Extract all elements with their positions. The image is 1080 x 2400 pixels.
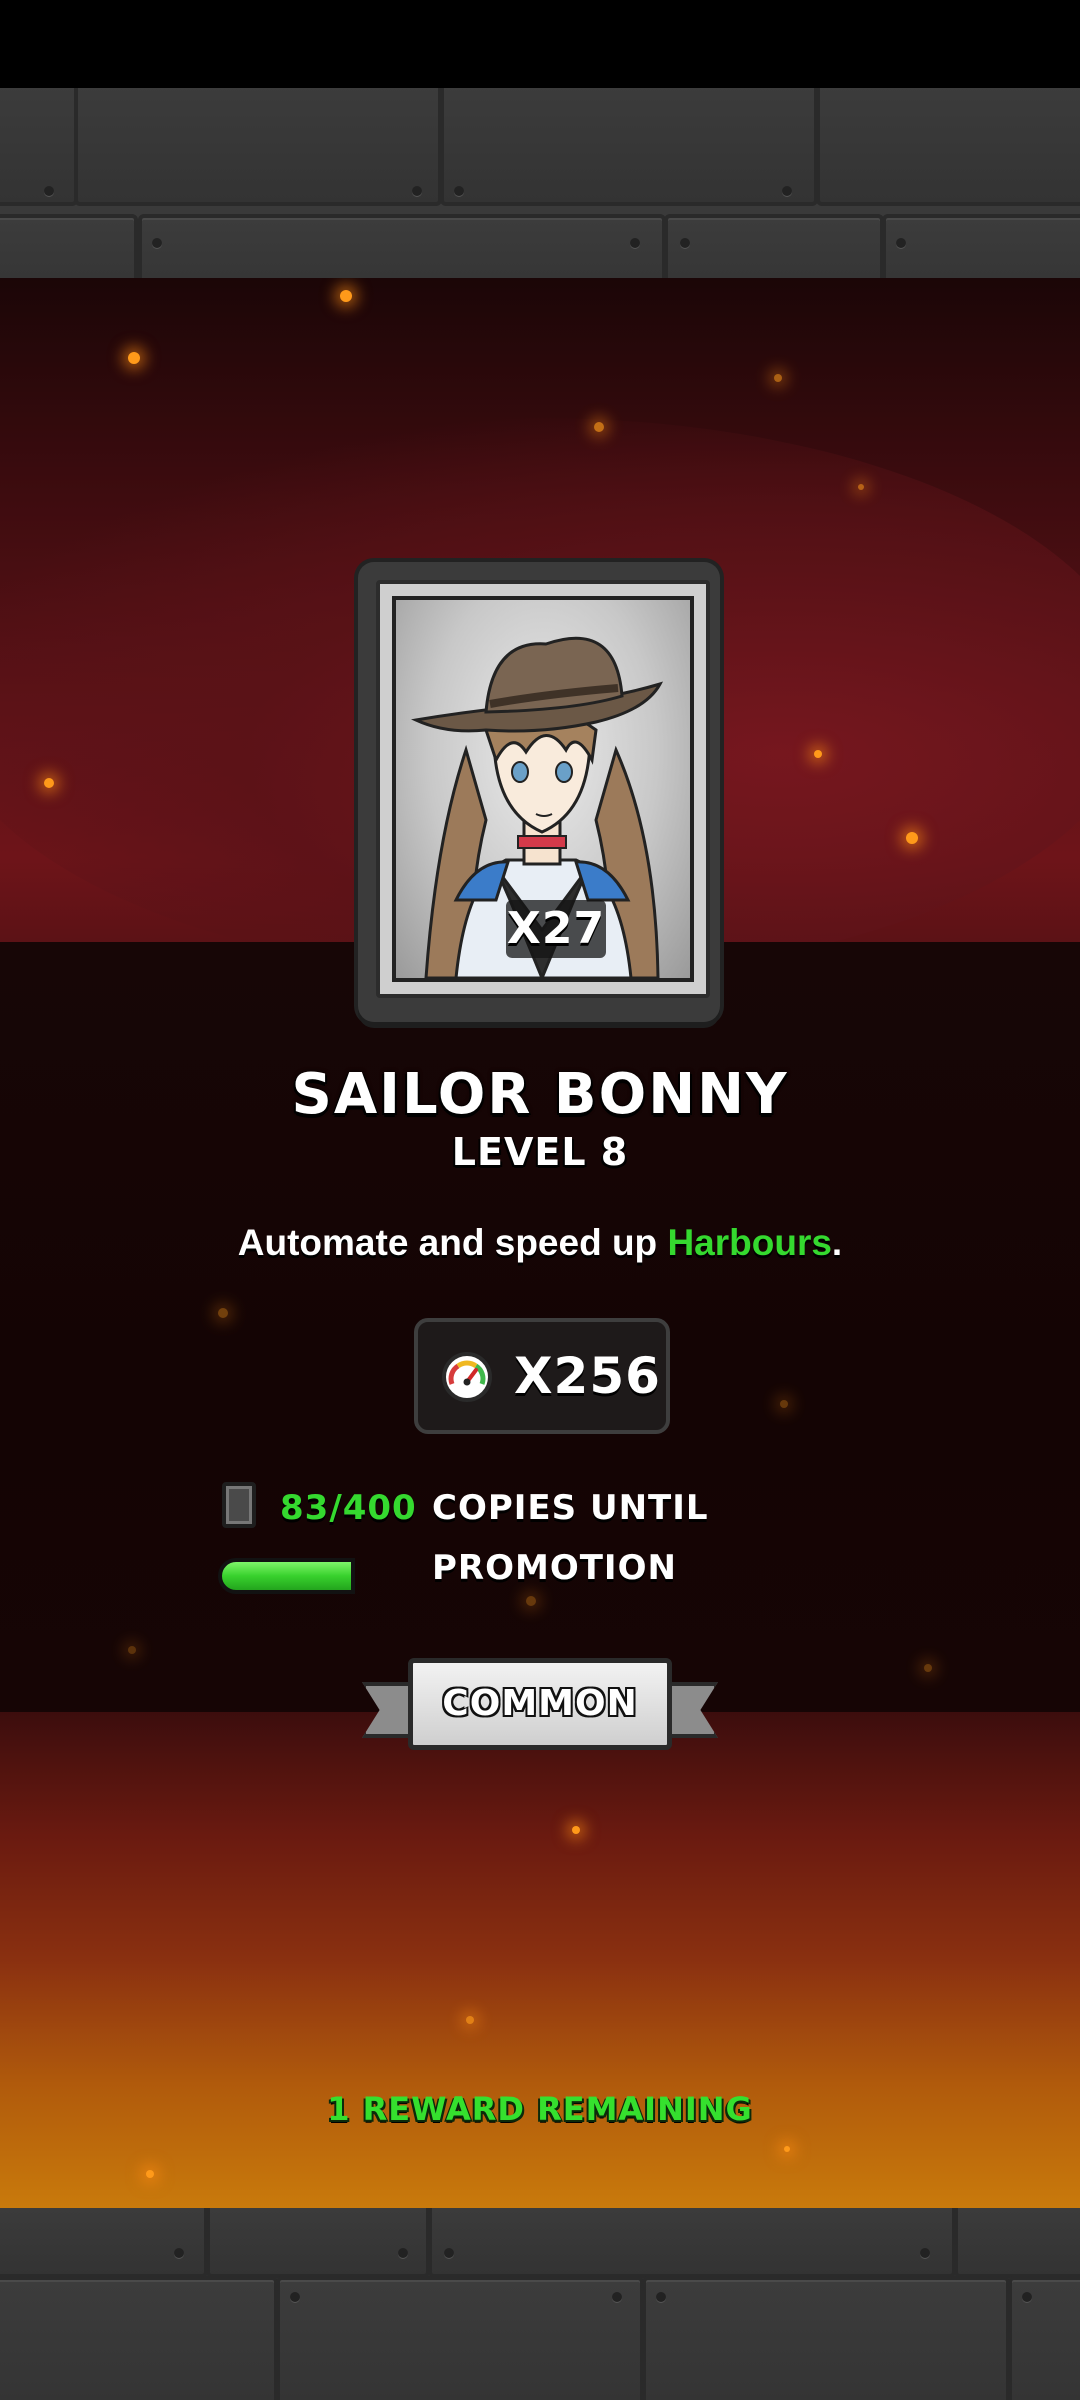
description-suffix: . (831, 1222, 843, 1263)
speed-gauge-icon (442, 1352, 492, 1402)
character-level: LEVEL 8 (451, 1130, 629, 1174)
description-prefix: Automate and speed up (237, 1222, 668, 1263)
speed-multiplier-value: X256 (514, 1347, 661, 1405)
rarity-label: COMMON (408, 1658, 672, 1750)
promotion-progress-fill (218, 1558, 355, 1594)
character-name: SAILOR BONNY (291, 1062, 789, 1127)
character-card: X27 (358, 562, 720, 1022)
card-count: X27 (506, 900, 606, 958)
ability-description: Automate and speed up Harbours. (0, 1222, 1080, 1264)
promotion-progress-bar (218, 1558, 878, 1594)
stone-wall-bottom (0, 2208, 1080, 2400)
card-frame: X27 (376, 580, 710, 998)
rewards-remaining: 1 REWARD REMAINING (327, 2090, 753, 2128)
status-bar (0, 0, 1080, 88)
rarity-ribbon: COMMON (362, 1652, 718, 1768)
card-copies-icon (222, 1482, 256, 1528)
promotion-progress-row: 83/400 COPIES UNTIL PROMOTION (222, 1478, 922, 1588)
description-highlight: Harbours (667, 1222, 832, 1263)
character-portrait: X27 (392, 596, 694, 982)
stone-wall-top (0, 88, 1080, 278)
speed-multiplier-badge: X256 (414, 1318, 670, 1434)
copies-count: 83/400 (280, 1488, 417, 1528)
